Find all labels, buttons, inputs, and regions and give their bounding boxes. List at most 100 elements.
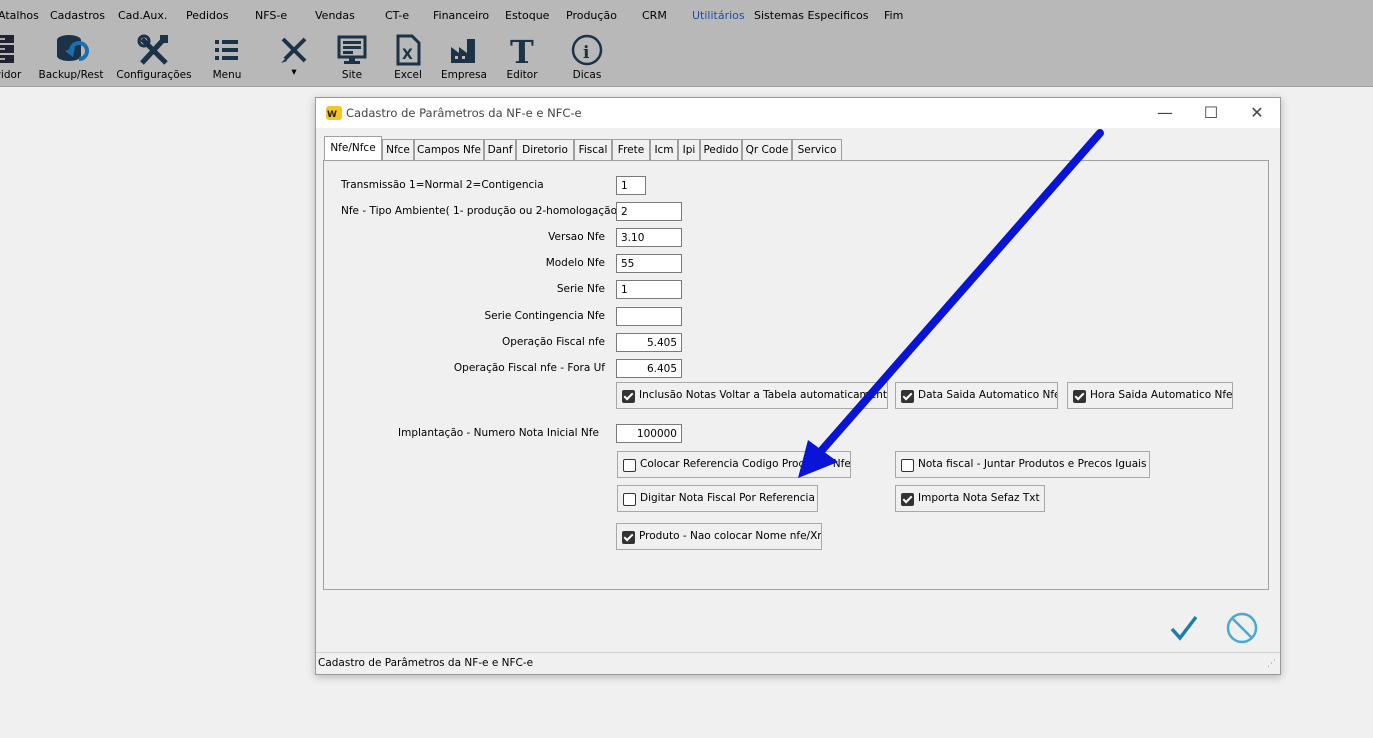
menu-cad-aux[interactable]: Cad.Aux. (118, 9, 167, 22)
tools-icon (137, 34, 168, 65)
operacao-fiscal-fora-uf-input[interactable]: 6.405 (616, 359, 682, 378)
importa-nota-checkbox[interactable]: Importa Nota Sefaz Txt (895, 485, 1045, 512)
menu-crm[interactable]: CRM (642, 9, 667, 22)
excel-button[interactable]: X Excel (388, 30, 428, 84)
text-editor-icon: T (510, 33, 534, 67)
tab-nfce[interactable]: Nfce (382, 139, 414, 160)
implantacao-label: Implantação - Numero Nota Inicial Nfe (398, 427, 599, 439)
menu-label: Menu (212, 69, 242, 81)
versao-input[interactable]: 3.10 (616, 228, 682, 247)
tab-qr-code[interactable]: Qr Code (742, 139, 792, 160)
dialog-titlebar[interactable]: W Cadastro de Parâmetros da NF-e e NFC-e… (316, 98, 1280, 128)
tab-frete[interactable]: Frete (612, 139, 650, 160)
produto-nome-label: Produto - Nao colocar Nome nfe/Xml (639, 530, 822, 542)
checkbox-unchecked-icon (623, 493, 636, 506)
configuracoes-button[interactable]: Configurações (114, 30, 194, 84)
menu-financeiro[interactable]: Financeiro (433, 9, 489, 22)
parametros-dialog: W Cadastro de Parâmetros da NF-e e NFC-e… (315, 97, 1281, 675)
factory-icon (451, 39, 475, 63)
colocar-referencia-checkbox[interactable]: Colocar Referencia Codigo Produto - Nfe (617, 451, 851, 478)
svg-text:X: X (402, 47, 413, 63)
tipo-ambiente-label: Nfe - Tipo Ambiente( 1- produção ou 2-ho… (341, 205, 622, 217)
tab-ipi[interactable]: Ipi (678, 139, 700, 160)
menu-button[interactable]: Menu (205, 30, 249, 84)
svg-text:W: W (327, 110, 337, 120)
menu-vendas[interactable]: Vendas (315, 9, 355, 22)
data-saida-label: Data Saida Automatico Nfe (918, 389, 1058, 401)
menu-bar: Atalhos Cadastros Cad.Aux. Pedidos NFS-e… (0, 0, 1373, 30)
menu-utilitarios[interactable]: Utilitários (692, 9, 745, 22)
excel-icon: X (396, 34, 421, 66)
backup-rest-button[interactable]: Backup/Rest (36, 30, 106, 84)
excel-label: Excel (394, 69, 422, 81)
hora-saida-checkbox[interactable]: Hora Saida Automatico Nfe (1067, 382, 1233, 409)
juntar-produtos-checkbox[interactable]: Nota fiscal - Juntar Produtos e Precos I… (895, 451, 1150, 478)
menu-nfs-e[interactable]: NFS-e (255, 9, 287, 22)
tab-pedido[interactable]: Pedido (700, 139, 742, 160)
editor-label: Editor (506, 69, 538, 81)
menu-producao[interactable]: Produção (566, 9, 617, 22)
svg-text:T: T (510, 33, 534, 67)
checkbox-checked-icon (901, 493, 914, 506)
editor-button[interactable]: T Editor (500, 30, 544, 84)
tab-diretorio[interactable]: Diretorio (516, 139, 574, 160)
servidor-button[interactable]: vidor (0, 30, 28, 84)
empresa-button[interactable]: Empresa (440, 30, 488, 84)
tab-icm[interactable]: Icm (650, 139, 678, 160)
serie-contingencia-input[interactable] (616, 307, 682, 326)
tipo-ambiente-input[interactable]: 2 (616, 202, 682, 221)
status-text: Cadastro de Parâmetros da NF-e e NFC-e (318, 657, 534, 669)
checkbox-checked-icon (622, 390, 635, 403)
checkbox-checked-icon (622, 531, 635, 544)
inclusao-notas-checkbox[interactable]: Inclusão Notas Voltar a Tabela automatic… (616, 382, 888, 409)
toolbar: vidor Backup/Rest Configurações Menu (0, 30, 1373, 87)
modelo-input[interactable]: 55 (616, 254, 682, 273)
tab-campos-nfe[interactable]: Campos Nfe (414, 139, 484, 160)
menu-sistemas-especificos[interactable]: Sistemas Especificos (754, 9, 869, 22)
backup-icon (57, 35, 89, 61)
confirm-checkmark-icon[interactable] (1166, 611, 1202, 645)
dropdown-arrow-icon: ▾ (291, 66, 297, 78)
digitar-nota-checkbox[interactable]: Digitar Nota Fiscal Por Referencia (617, 485, 818, 512)
tab-servico[interactable]: Servico (792, 139, 842, 160)
menu-ct-e[interactable]: CT-e (385, 9, 409, 22)
cancel-icon[interactable] (1224, 610, 1260, 646)
tab-danf[interactable]: Danf (484, 139, 516, 160)
minimize-button[interactable]: — (1142, 98, 1188, 128)
checkbox-unchecked-icon (901, 459, 914, 472)
modelo-label: Modelo Nfe (545, 257, 605, 269)
dicas-button[interactable]: i Dicas (565, 30, 609, 84)
empresa-label: Empresa (441, 69, 487, 81)
data-saida-checkbox[interactable]: Data Saida Automatico Nfe (895, 382, 1058, 409)
operacao-fiscal-fora-uf-label: Operação Fiscal nfe - Fora Uf (453, 362, 605, 374)
menu-cadastros[interactable]: Cadastros (50, 9, 105, 22)
checkbox-unchecked-icon (623, 459, 636, 472)
maximize-button[interactable]: ☐ (1188, 98, 1234, 128)
site-label: Site (341, 69, 363, 81)
app-logo-icon: W (326, 106, 342, 120)
serie-input[interactable]: 1 (616, 280, 682, 299)
operacao-fiscal-input[interactable]: 5.405 (616, 333, 682, 352)
menu-atalhos[interactable]: Atalhos (0, 9, 39, 22)
close-button[interactable]: ✕ (1234, 98, 1280, 128)
menu-estoque[interactable]: Estoque (505, 9, 549, 22)
serie-label: Serie Nfe (556, 283, 605, 295)
checkbox-checked-icon (1073, 390, 1086, 403)
monitor-icon (337, 35, 367, 64)
checkbox-checked-icon (901, 390, 914, 403)
produto-nome-checkbox[interactable]: Produto - Nao colocar Nome nfe/Xml (616, 523, 822, 550)
menu-fim[interactable]: Fim (884, 9, 903, 22)
tab-fiscal[interactable]: Fiscal (574, 139, 612, 160)
minimize-icon: — (1157, 103, 1173, 122)
pencil-ruler-icon (281, 37, 307, 63)
maximize-icon: ☐ (1203, 103, 1219, 122)
transmissao-input[interactable]: 1 (616, 176, 646, 195)
menu-pedidos[interactable]: Pedidos (186, 9, 229, 22)
juntar-produtos-label: Nota fiscal - Juntar Produtos e Precos I… (918, 458, 1147, 470)
versao-label: Versao Nfe (548, 231, 605, 243)
pencil-ruler-button[interactable]: ▾ (274, 30, 314, 84)
site-button[interactable]: Site (330, 30, 374, 84)
resize-grip-icon[interactable]: ⋰ (1267, 659, 1276, 669)
tab-nfe-nfce[interactable]: Nfe/Nfce (324, 136, 382, 160)
implantacao-input[interactable]: 100000 (616, 424, 682, 443)
